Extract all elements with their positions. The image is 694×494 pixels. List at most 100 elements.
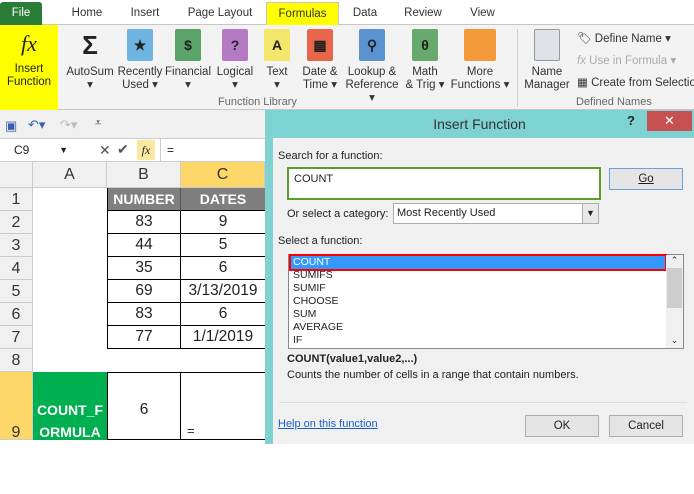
scroll-up-icon[interactable]: ⌃ [666, 255, 683, 266]
cell-number[interactable]: 44 [107, 234, 181, 257]
autosum-button[interactable]: Σ AutoSum ▾ [64, 29, 116, 92]
customize-qat-icon[interactable]: ⩡ [95, 117, 101, 130]
cell-number[interactable]: 35 [107, 257, 181, 280]
go-button[interactable]: Go [609, 168, 683, 190]
cell-c9[interactable]: = [181, 372, 265, 440]
function-list-item[interactable]: AVERAGE [291, 321, 681, 334]
header-number[interactable]: NUMBER [107, 188, 181, 211]
logical-button[interactable]: ? Logical ▾ [214, 29, 256, 92]
cell-date[interactable]: 6 [181, 257, 265, 280]
row-header-9[interactable]: 9 [0, 372, 33, 441]
search-input[interactable]: COUNT [287, 167, 601, 200]
more-functions-button[interactable]: More Functions ▾ [448, 29, 512, 92]
function-list[interactable]: COUNT SUMIFS SUMIF CHOOSE SUM AVERAGE IF ⌃ ⌄ [288, 254, 684, 349]
create-from-selection-button[interactable]: ▦ Create from Selection [577, 75, 694, 89]
label: ▾ [185, 79, 191, 91]
function-list-item[interactable]: SUM [291, 308, 681, 321]
row-header-7[interactable]: 7 [0, 326, 33, 349]
scroll-thumb[interactable] [667, 268, 682, 308]
label: Date & [302, 66, 338, 78]
tab-file[interactable]: File [0, 2, 42, 25]
date-time-button[interactable]: ▦ Date & Time ▾ [297, 29, 343, 92]
cell-number[interactable]: 83 [107, 303, 181, 326]
row-header-8[interactable]: 8 [0, 349, 33, 372]
calendar-book-icon: ▦ [307, 29, 333, 61]
column-header-a[interactable]: A [33, 162, 107, 188]
function-list-item[interactable]: IF [291, 334, 681, 347]
tab-view[interactable]: View [460, 2, 505, 25]
category-select[interactable]: Most Recently Used ▼ [393, 203, 599, 224]
close-button[interactable]: ✕ [647, 111, 692, 131]
row-header-6[interactable]: 6 [0, 303, 33, 326]
cell-date[interactable]: 6 [181, 303, 265, 326]
function-list-item[interactable]: COUNT [289, 254, 667, 271]
cell-date[interactable]: 9 [181, 211, 265, 234]
cell-number[interactable]: 77 [107, 326, 181, 349]
define-name-button[interactable]: 🏷 Define Name ▾ [577, 31, 671, 45]
header-dates[interactable]: DATES [181, 188, 265, 211]
quick-access-toolbar: ▣ ↶▾ ↷▾ ⩡ [0, 110, 265, 138]
cell-date[interactable]: 3/13/2019 [181, 280, 265, 303]
cell-date[interactable]: 1/1/2019 [181, 326, 265, 349]
name-manager-button[interactable]: Name Manager [520, 29, 574, 92]
use-in-formula-button[interactable]: fx Use in Formula ▾ [577, 53, 676, 67]
group-label-defined-names: Defined Names [576, 96, 652, 108]
chevron-down-icon[interactable]: ▼ [582, 204, 598, 223]
name-manager-icon [534, 29, 560, 61]
row-header-2[interactable]: 2 [0, 211, 33, 234]
formula-bar: C9 ▼ ✕ ✔ fx = [0, 138, 265, 162]
category-label: Or select a category: [287, 208, 389, 220]
cancel-icon[interactable]: ✕ [99, 142, 111, 159]
math-trig-button[interactable]: θ Math & Trig ▾ [405, 29, 445, 92]
tab-insert[interactable]: Insert [120, 2, 170, 25]
tab-formulas[interactable]: Formulas [266, 2, 339, 25]
tab-page-layout[interactable]: Page Layout [180, 2, 260, 25]
formula-input[interactable]: = [160, 139, 265, 161]
function-list-item[interactable]: SUMIFS [291, 269, 681, 282]
cell-a9[interactable]: COUNT_FORMULA [33, 372, 107, 440]
row-header-4[interactable]: 4 [0, 257, 33, 280]
name-box[interactable]: C9 ▼ [0, 139, 70, 161]
label: Lookup & [347, 66, 397, 78]
text-button[interactable]: A Text ▾ [260, 29, 294, 92]
grid-icon: ▦ [577, 77, 592, 89]
tab-home[interactable]: Home [62, 2, 112, 25]
function-signature: COUNT(value1,value2,...) [287, 353, 418, 365]
cell-number[interactable]: 83 [107, 211, 181, 234]
star-book-icon: ★ [127, 29, 153, 61]
row-header-3[interactable]: 3 [0, 234, 33, 257]
function-list-item[interactable]: CHOOSE [291, 295, 681, 308]
column-header-c[interactable]: C [181, 162, 265, 188]
function-list-item[interactable]: SUMIF [291, 282, 681, 295]
insert-function-fx-icon[interactable]: fx [137, 140, 155, 160]
label: Create from Selection [591, 77, 694, 89]
chevron-down-icon: ▼ [59, 145, 68, 155]
row-header-5[interactable]: 5 [0, 280, 33, 303]
tab-review[interactable]: Review [398, 2, 448, 25]
label: Logical [216, 66, 254, 78]
label: AutoSum [66, 66, 114, 78]
label: & Trig ▾ [405, 79, 445, 91]
lookup-reference-button[interactable]: ⚲ Lookup & Reference ▾ [343, 29, 401, 105]
cell-date[interactable]: 5 [181, 234, 265, 257]
row-header-1[interactable]: 1 [0, 188, 33, 211]
help-link[interactable]: Help on this function [278, 418, 378, 430]
save-icon[interactable]: ▣ [5, 118, 17, 134]
scrollbar[interactable]: ⌃ ⌄ [666, 255, 683, 348]
enter-check-icon[interactable]: ✔ [117, 141, 129, 158]
scroll-down-icon[interactable]: ⌄ [666, 335, 683, 346]
column-header-b[interactable]: B [107, 162, 181, 188]
cell-number[interactable]: 69 [107, 280, 181, 303]
insert-function-button[interactable]: fx Insert Function [0, 25, 58, 110]
insert-function-dialog: Insert Function ? ✕ Search for a functio… [265, 110, 694, 444]
select-all-corner[interactable] [0, 162, 33, 188]
redo-icon[interactable]: ↷▾ [60, 117, 77, 133]
ok-button[interactable]: OK [525, 415, 599, 437]
undo-icon[interactable]: ↶▾ [28, 117, 45, 133]
tab-data[interactable]: Data [345, 2, 385, 25]
cancel-button[interactable]: Cancel [609, 415, 683, 437]
financial-button[interactable]: $ Financial ▾ [164, 29, 212, 92]
cell-b9[interactable]: 6 [107, 372, 181, 440]
recently-used-button[interactable]: ★ Recently Used ▾ [117, 29, 163, 92]
help-button[interactable]: ? [627, 113, 635, 128]
